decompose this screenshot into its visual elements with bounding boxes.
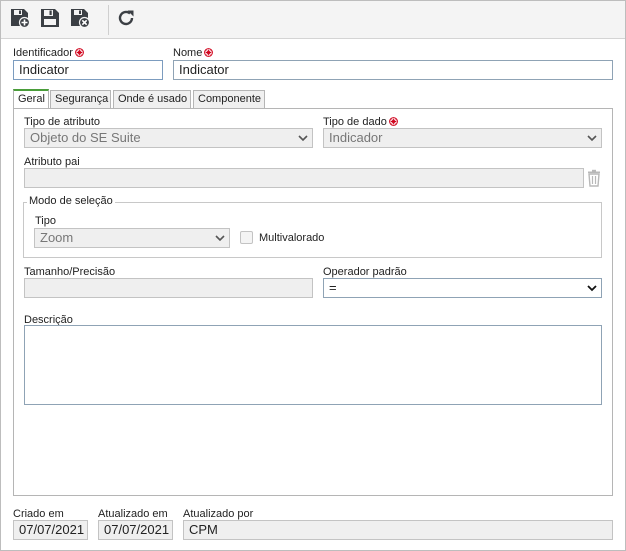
save-and-new-icon (11, 9, 31, 29)
attribute-type-select[interactable]: Objeto do SE Suite (24, 128, 313, 148)
general-tab-panel (13, 108, 613, 496)
updated-by-label: Atualizado por (183, 508, 254, 520)
selection-type-value: Zoom (40, 230, 74, 245)
refresh-icon (118, 10, 134, 26)
tab-security[interactable]: Segurança (50, 90, 111, 108)
parent-attribute-label: Atributo pai (24, 156, 80, 168)
attribute-type-label: Tipo de atributo (24, 116, 101, 128)
identifier-input[interactable]: Indicator (13, 60, 163, 80)
description-textarea[interactable] (24, 325, 602, 405)
created-date-field: 07/07/2021 (13, 520, 88, 540)
created-label: Criado em (13, 508, 64, 520)
save-icon (41, 9, 59, 27)
size-precision-label: Tamanho/Precisão (24, 266, 116, 278)
name-input[interactable]: Indicator (173, 60, 613, 80)
save-button[interactable] (39, 7, 63, 31)
trash-icon[interactable] (586, 169, 602, 187)
tab-component[interactable]: Componente (193, 90, 265, 108)
data-type-value: Indicador (329, 130, 383, 145)
chevron-down-icon (215, 235, 225, 242)
chevron-down-icon (298, 135, 308, 142)
default-operator-select[interactable]: = (323, 278, 602, 298)
parent-attribute-input[interactable] (24, 168, 584, 188)
save-and-close-button[interactable] (69, 7, 93, 31)
multivalued-label: Multivalorado (259, 232, 325, 244)
required-icon (388, 117, 398, 126)
updated-label: Atualizado em (98, 508, 168, 520)
toolbar-separator (108, 5, 109, 35)
required-icon (75, 48, 84, 57)
attribute-type-value: Objeto do SE Suite (30, 130, 141, 145)
refresh-button[interactable] (115, 7, 139, 31)
tab-general[interactable]: Geral (13, 89, 49, 108)
selection-type-select[interactable]: Zoom (34, 228, 230, 248)
tab-where-used[interactable]: Onde é usado (113, 90, 191, 108)
selection-type-label: Tipo (35, 215, 56, 227)
default-operator-value: = (329, 280, 337, 295)
chevron-down-icon (587, 285, 597, 292)
chevron-down-icon (587, 135, 597, 142)
data-type-select[interactable]: Indicador (323, 128, 602, 148)
updated-date-field: 07/07/2021 (98, 520, 173, 540)
default-operator-label: Operador padrão (323, 266, 407, 278)
save-and-close-icon (71, 9, 91, 29)
required-icon (204, 48, 214, 57)
save-and-new-button[interactable] (9, 7, 33, 31)
size-precision-input[interactable] (24, 278, 313, 298)
identifier-label: Identificador (13, 47, 84, 59)
toolbar (1, 1, 625, 39)
selection-mode-legend: Modo de seleção (27, 195, 115, 207)
updated-by-field: CPM (183, 520, 613, 540)
data-type-label: Tipo de dado (323, 116, 398, 128)
name-label: Nome (173, 47, 214, 59)
multivalued-checkbox[interactable] (240, 231, 253, 244)
